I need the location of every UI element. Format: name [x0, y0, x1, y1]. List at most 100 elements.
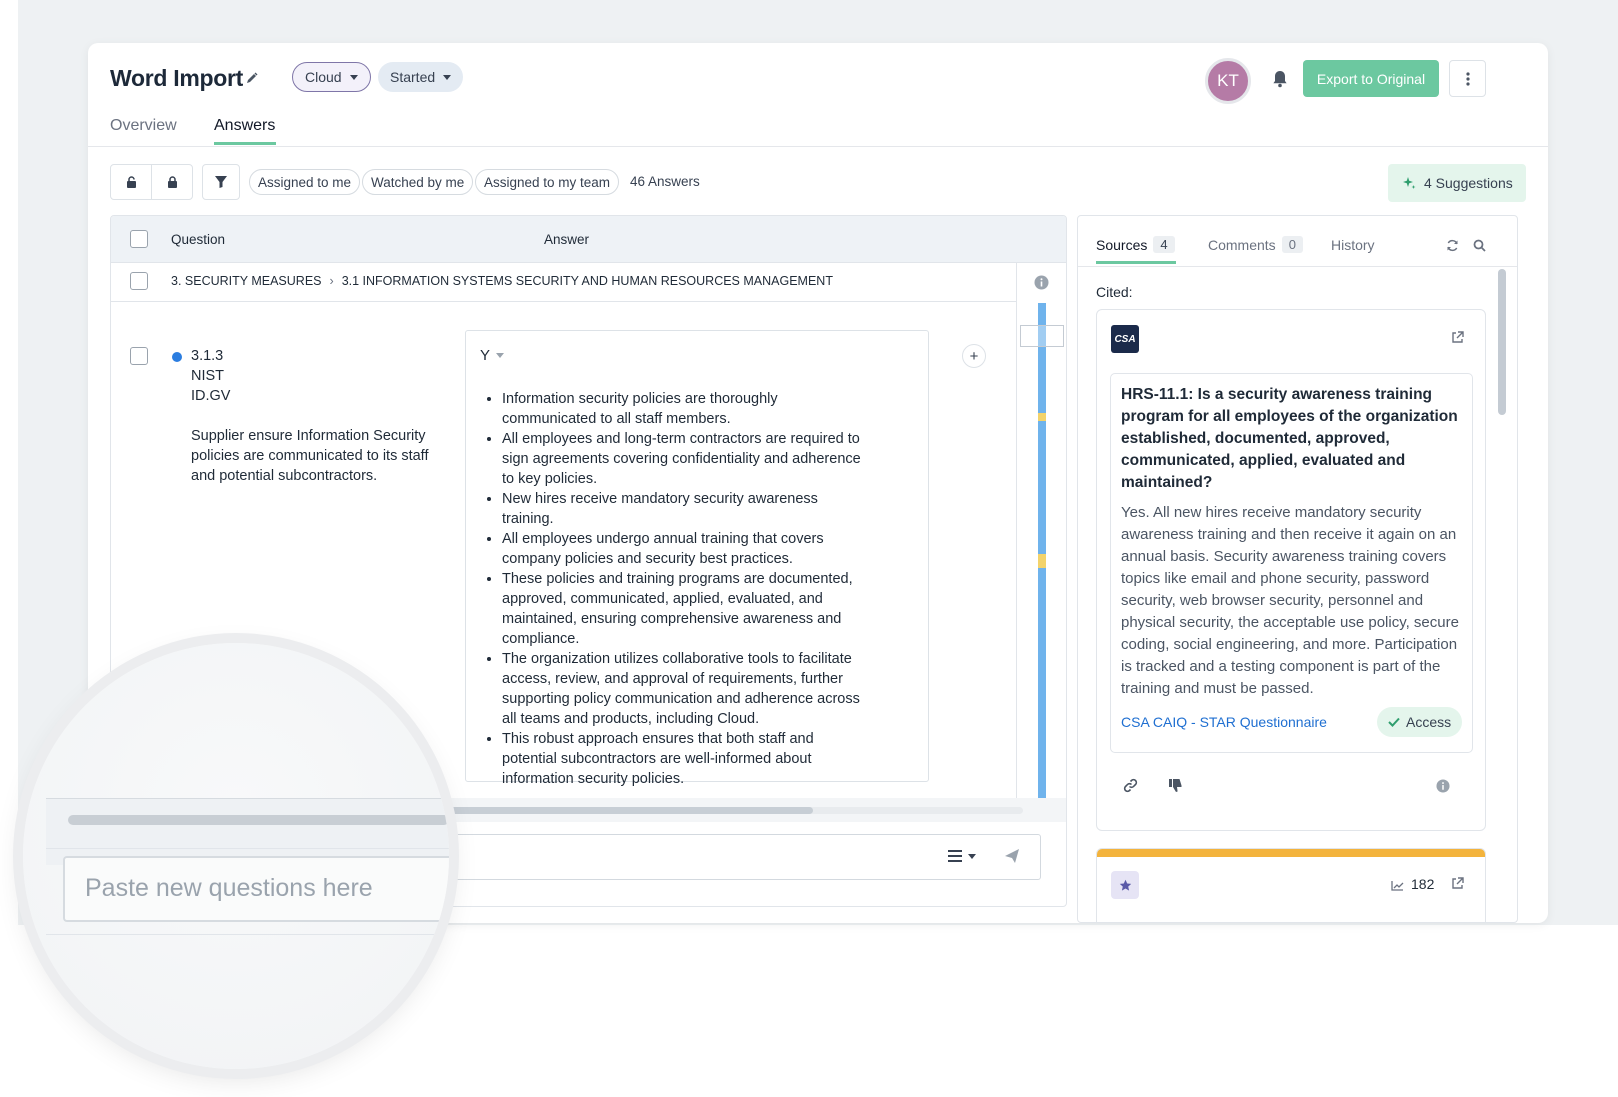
answer-bullet: The organization utilizes collaborative … [502, 649, 872, 729]
chevron-right-icon: › [329, 274, 334, 288]
status-label: Started [390, 69, 436, 85]
answer-bullet: This robust approach ensures that both s… [502, 729, 872, 789]
list-icon [948, 850, 962, 862]
answer-editor[interactable]: Y Information security policies are thor… [465, 330, 929, 787]
tag-cloud-label: Cloud [305, 69, 342, 85]
divider [88, 146, 1548, 147]
minimap-marker [1038, 554, 1046, 568]
chevron-down-icon [443, 74, 452, 80]
minimap-viewport[interactable] [1020, 325, 1064, 347]
select-all-checkbox[interactable] [130, 230, 148, 248]
question-cell: 3.1.3 NIST ID.GV Supplier ensure Informa… [191, 346, 431, 486]
link-icon[interactable] [1123, 778, 1138, 798]
unlock-button[interactable] [110, 164, 152, 200]
bell-icon[interactable] [1272, 70, 1288, 93]
answer-bullet: Information security policies are thorou… [502, 389, 872, 429]
check-icon [1388, 717, 1400, 727]
unlock-icon [126, 176, 136, 188]
filter-assigned-to-my-team[interactable]: Assigned to my team [475, 169, 620, 195]
card-accent-bar [1097, 849, 1485, 857]
send-icon[interactable] [1004, 848, 1020, 869]
row-checkbox[interactable] [130, 347, 148, 365]
question-ref-idgv: ID.GV [191, 388, 231, 404]
divider [1078, 266, 1517, 267]
refresh-icon[interactable] [1446, 239, 1459, 257]
lock-icon [167, 176, 177, 188]
filter-watched-by-me[interactable]: Watched by me [362, 169, 474, 195]
answer-bullet: New hires receive mandatory security awa… [502, 489, 872, 529]
access-badge[interactable]: Access [1377, 707, 1463, 737]
tab-sources[interactable]: Sources 4 [1096, 236, 1175, 253]
active-tab-indicator [1096, 261, 1176, 264]
source-link[interactable]: CSA CAIQ - STAR Questionnaire [1121, 714, 1327, 730]
answer-value-dropdown[interactable]: Y [480, 347, 505, 364]
minimap-marker [1038, 413, 1046, 421]
avatar[interactable]: KT [1205, 58, 1251, 104]
lock-button[interactable] [151, 164, 193, 200]
trend-icon [1391, 878, 1404, 896]
active-tab-indicator [214, 142, 276, 145]
sources-panel: Sources 4 Comments 0 History Cited: CSA … [1077, 215, 1518, 923]
panel-scrollbar[interactable] [1498, 269, 1506, 415]
thumbs-down-icon[interactable] [1168, 778, 1183, 798]
tab-comments-label: Comments [1208, 236, 1276, 253]
kebab-icon [1465, 71, 1470, 86]
tab-sources-label: Sources [1096, 236, 1148, 253]
tab-comments-count: 0 [1281, 236, 1303, 253]
minimap-scrollbar[interactable] [1038, 303, 1046, 798]
question-ref-nist: NIST [191, 368, 225, 384]
tab-comments[interactable]: Comments 0 [1208, 236, 1303, 253]
tag-cloud-dropdown[interactable]: Cloud [292, 62, 371, 92]
tab-history[interactable]: History [1331, 237, 1375, 253]
edit-title-icon[interactable] [245, 71, 259, 90]
zoomed-paste-placeholder: Paste new questions here [85, 874, 373, 902]
source-question: HRS-11.1: Is a security awareness traini… [1121, 386, 1458, 491]
answer-text[interactable]: Information security policies are thorou… [482, 389, 872, 789]
format-dropdown[interactable] [948, 850, 976, 862]
info-icon[interactable] [1436, 779, 1450, 798]
star-icon[interactable] [1111, 871, 1139, 899]
suggestions-button[interactable]: 4 Suggestions [1388, 164, 1526, 202]
more-options-button[interactable] [1449, 60, 1486, 97]
breadcrumb-section[interactable]: 3. SECURITY MEASURES [171, 274, 322, 288]
section-checkbox[interactable] [130, 272, 148, 290]
filter-icon [215, 176, 227, 188]
status-dot [172, 352, 182, 362]
add-button[interactable]: + [962, 344, 986, 368]
info-icon[interactable] [1034, 275, 1049, 295]
cited-label: Cited: [1096, 284, 1133, 300]
divider [46, 848, 449, 849]
question-id: 3.1.3 [191, 348, 224, 364]
filter-button[interactable] [202, 164, 240, 200]
answer-bullet: All employees and long-term contractors … [502, 429, 872, 489]
chevron-down-icon [349, 74, 358, 80]
column-header-question: Question [171, 232, 226, 247]
question-text: Supplier ensure Information Security pol… [191, 428, 429, 484]
access-label: Access [1406, 714, 1452, 730]
avatar-initials: KT [1217, 71, 1239, 90]
source-card: CSA HRS-11.1: Is a security awareness tr… [1096, 309, 1486, 831]
tab-overview[interactable]: Overview [110, 117, 177, 135]
tab-answers[interactable]: Answers [214, 117, 275, 135]
filter-assigned-to-me[interactable]: Assigned to me [249, 169, 361, 195]
source-answer: Yes. All new hires receive mandatory sec… [1121, 504, 1459, 697]
magnifier-overlay: Paste new questions here [23, 643, 449, 1069]
breadcrumb-subsection[interactable]: 3.1 INFORMATION SYSTEMS SECURITY AND HUM… [342, 274, 833, 288]
external-link-icon[interactable] [1451, 877, 1464, 895]
external-link-icon[interactable] [1451, 331, 1464, 349]
column-header-answer: Answer [544, 232, 590, 247]
divider [1016, 263, 1017, 798]
breadcrumb: 3. SECURITY MEASURES › 3.1 INFORMATION S… [171, 274, 833, 288]
search-icon[interactable] [1473, 239, 1486, 257]
chevron-down-icon [496, 353, 505, 358]
zoomed-paste-input: Paste new questions here [63, 856, 449, 922]
tab-sources-count: 4 [1153, 236, 1175, 253]
status-dropdown[interactable]: Started [378, 62, 464, 92]
source-excerpt: HRS-11.1: Is a security awareness traini… [1110, 373, 1473, 753]
export-to-original-button[interactable]: Export to Original [1303, 60, 1439, 97]
answer-bullet: These policies and training programs are… [502, 569, 872, 649]
csa-logo: CSA [1111, 325, 1139, 353]
zoomed-scrollbar-thumb [68, 815, 449, 825]
source-card-2: 182 [1096, 848, 1486, 922]
zoomed-scroll-track [46, 798, 449, 865]
